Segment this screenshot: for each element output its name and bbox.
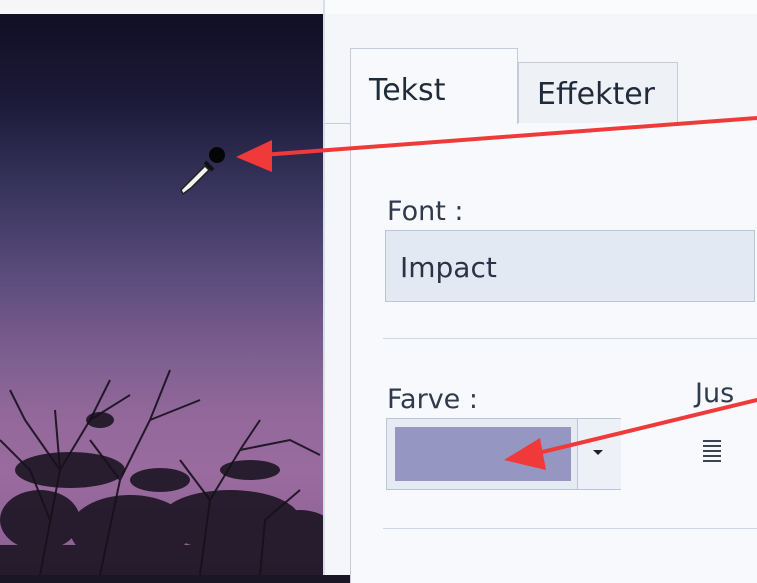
- panel-top-edge: [325, 0, 757, 14]
- tab-tekst-label: Tekst: [369, 73, 446, 108]
- chevron-down-icon: [593, 450, 603, 455]
- text-properties-panel: Effekter Tekst Font : Impact .lbl-font{t…: [323, 0, 757, 583]
- eyedropper-icon: [180, 147, 225, 196]
- tekst-tab-content: [350, 123, 757, 583]
- font-field[interactable]: Impact: [385, 230, 755, 302]
- tab-effekter[interactable]: Effekter: [518, 62, 678, 124]
- section-divider: [383, 338, 757, 339]
- color-dropdown-button[interactable]: [577, 419, 621, 489]
- color-picker[interactable]: [386, 418, 621, 490]
- tab-bar: Effekter Tekst: [325, 48, 757, 124]
- justify-label: Jus: [695, 378, 735, 409]
- photo-canvas[interactable]: [0, 0, 330, 575]
- section-divider-2: [383, 528, 757, 529]
- align-justify-icon[interactable]: [703, 440, 721, 466]
- tab-tekst[interactable]: Tekst: [350, 48, 518, 124]
- font-value: Impact: [400, 251, 497, 284]
- font-label: Font :: [387, 196, 464, 227]
- tab-effekter-label: Effekter: [537, 77, 656, 112]
- color-swatch[interactable]: [395, 427, 571, 481]
- color-label: Farve :: [387, 384, 478, 415]
- tree-silhouette: [0, 369, 330, 575]
